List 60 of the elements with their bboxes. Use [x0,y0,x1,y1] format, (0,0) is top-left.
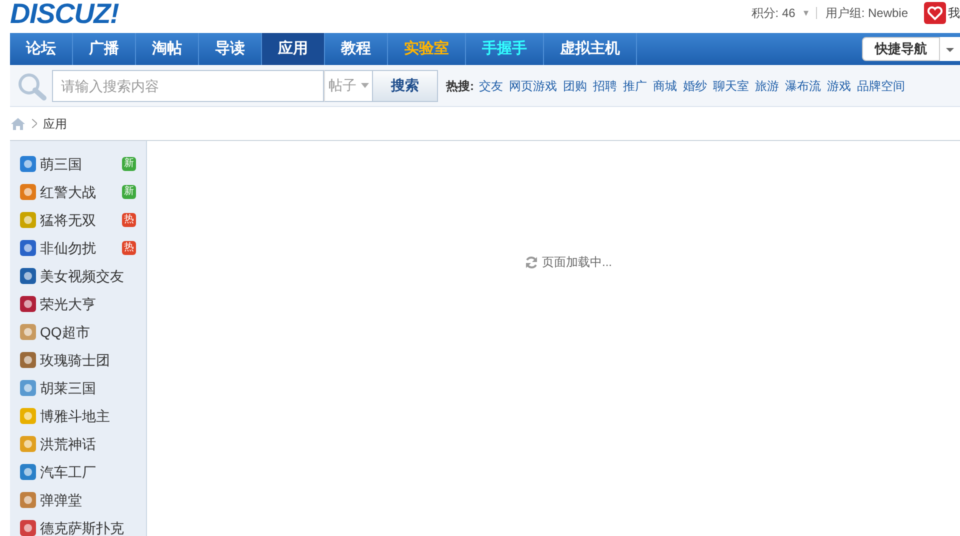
app-item[interactable]: 洪荒神话 [10,430,146,458]
hot-search-link[interactable]: 婚纱 [683,76,707,94]
hot-search-link[interactable]: 品牌空间 [857,76,905,94]
app-item[interactable]: 胡莱三国 [10,374,146,402]
points-text[interactable]: 积分: 46 [751,4,796,22]
hot-search-link[interactable]: 交友 [479,76,503,94]
app-item[interactable]: 玫瑰骑士团 [10,346,146,374]
search-button[interactable]: 搜索 [372,70,438,102]
app-name: 玫瑰骑士团 [40,350,111,370]
site-logo[interactable]: DISCUZ! [10,0,119,28]
hot-search-link[interactable]: 招聘 [593,76,617,94]
app-item[interactable]: 德克萨斯扑克 [10,514,146,536]
app-item[interactable]: 萌三国 新 [10,150,146,178]
app-item[interactable]: 弹弹堂 [10,486,146,514]
badge: 热 [122,241,136,255]
hot-search-link[interactable]: 游戏 [827,76,851,94]
quick-nav-button[interactable]: 快捷导航 [862,37,940,61]
caret-icon[interactable] [940,37,960,61]
app-name: QQ超市 [40,322,91,342]
hot-search-link[interactable]: 网页游戏 [509,76,557,94]
badge: 热 [122,213,136,227]
user-group-text: 用户组: Newbie [825,5,908,22]
breadcrumb-text: 应用 [43,116,67,132]
app-item[interactable]: 博雅斗地主 [10,402,146,430]
app-name: 美女视频交友 [40,266,125,286]
search-icon [16,70,48,100]
app-item[interactable]: 荣光大亨 [10,290,146,318]
caret-icon [360,83,368,88]
search-field[interactable]: 请输入搜索内容 [52,70,324,102]
hot-search-link[interactable]: 聊天室 [713,76,749,94]
app-name: 博雅斗地主 [40,406,111,426]
badge: 新 [122,157,136,171]
app-name: 猛将无双 [40,210,97,230]
app-item[interactable]: 美女视频交友 [10,262,146,290]
chevron-icon [32,119,37,128]
badge: 新 [122,185,136,199]
app-item[interactable]: 非仙勿扰 热 [10,234,146,262]
app-name: 洪荒神话 [40,434,97,454]
app-name: 弹弹堂 [40,490,83,510]
app-name: 萌三国 [40,154,83,174]
hot-search-link[interactable]: 瀑布流 [785,76,821,94]
app-item[interactable]: 猛将无双 热 [10,206,146,234]
app-name: 红警大战 [40,182,97,202]
hot-search-link[interactable]: 推广 [623,76,647,94]
loading-text: 页面加载中... [542,254,612,271]
hot-search-label: 热搜: [446,78,474,94]
hot-search-link[interactable]: 旅游 [755,76,779,94]
hot-search-link[interactable]: 团购 [563,76,587,94]
app-name: 非仙勿扰 [40,238,97,258]
app-item[interactable]: 红警大战 新 [10,178,146,206]
app-name: 汽车工厂 [40,462,97,482]
app-name: 德克萨斯扑克 [40,518,125,536]
app-item[interactable]: QQ超市 [10,318,146,346]
hot-search-link[interactable]: 商城 [653,76,677,94]
link-text[interactable]: 我 [948,4,960,22]
app-name: 胡莱三国 [40,378,97,398]
nav-tab[interactable]: 应用 [262,33,325,65]
refresh-icon [524,256,538,268]
app-item[interactable]: 汽车工厂 [10,458,146,486]
app-name: 荣光大亨 [40,294,97,314]
